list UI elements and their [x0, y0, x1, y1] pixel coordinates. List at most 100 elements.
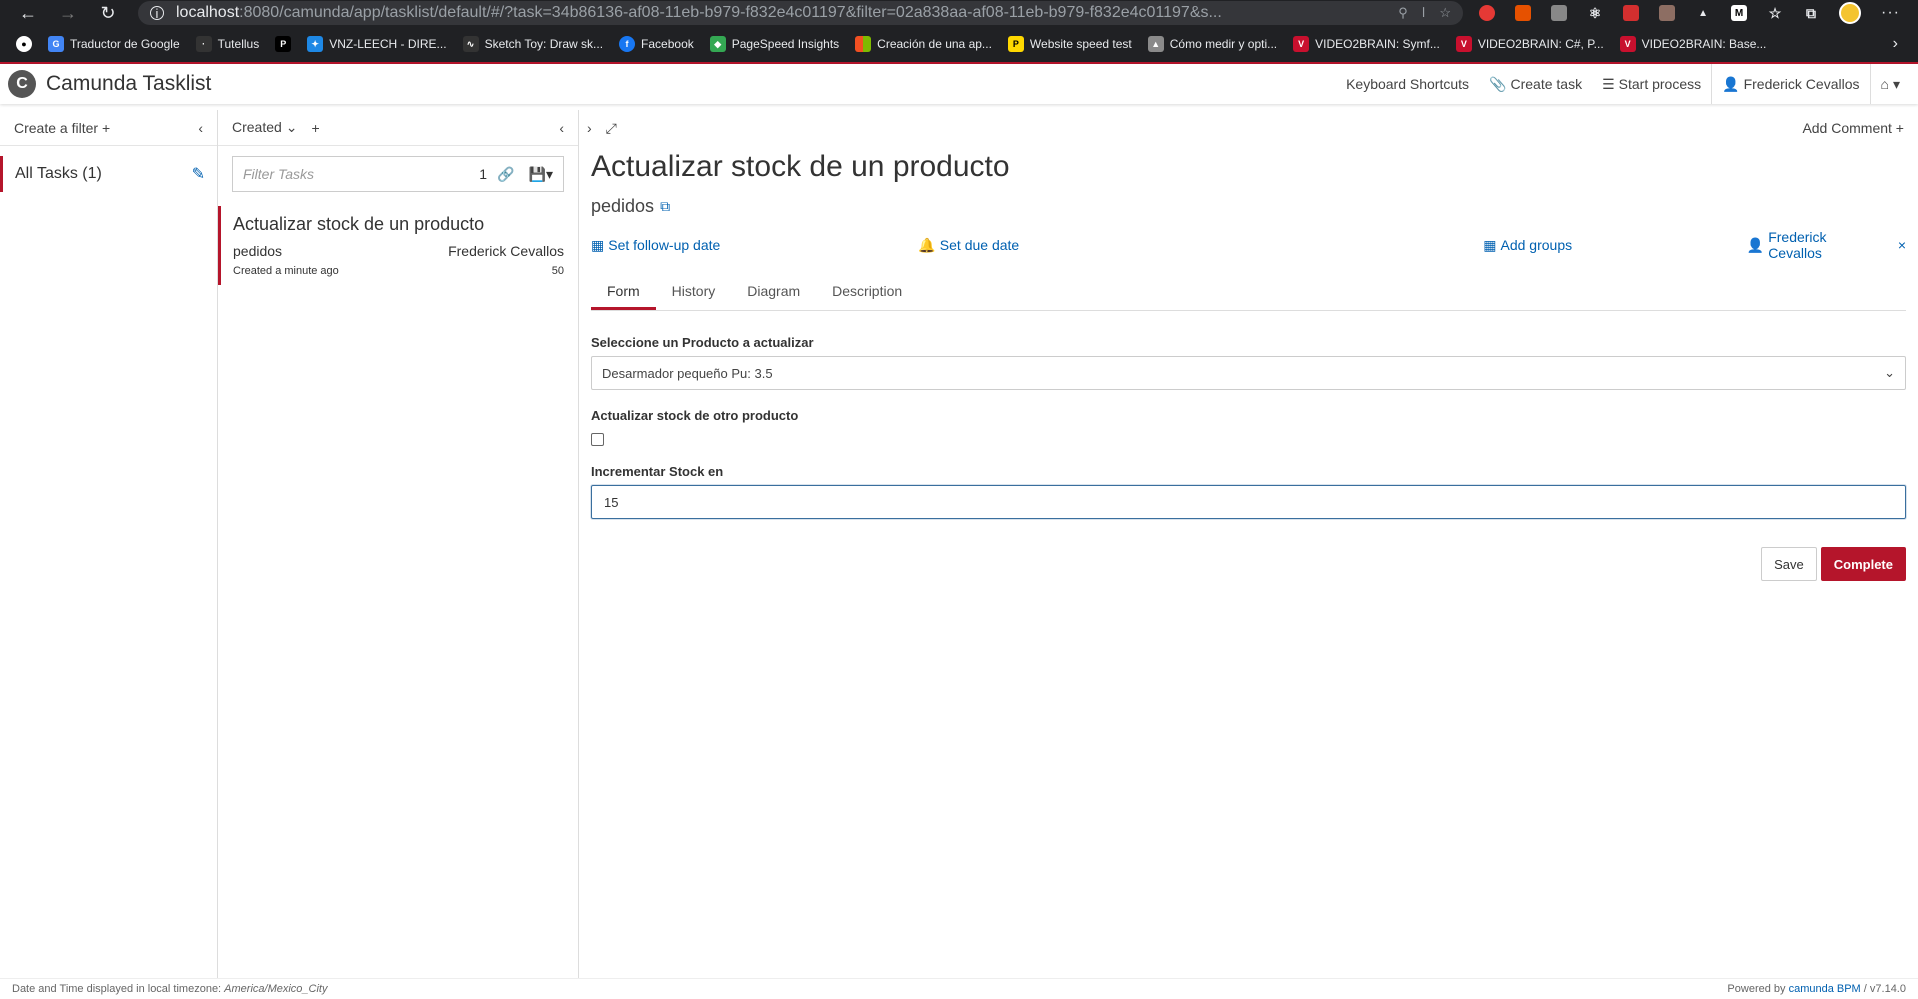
extension-icon[interactable] [1551, 5, 1568, 21]
translate-icon[interactable]: ا [1422, 5, 1426, 21]
bookmark-item[interactable]: ◆ PageSpeed Insights [702, 36, 847, 52]
tab-history[interactable]: History [656, 275, 732, 310]
site-info-icon[interactable]: i [150, 6, 164, 21]
task-list-item[interactable]: Actualizar stock de un producto pedidos … [218, 206, 578, 285]
create-task-link[interactable]: 📎 Create task [1479, 64, 1592, 104]
task-item-assignee: Frederick Cevallos [448, 243, 564, 259]
extension-icon[interactable] [1659, 5, 1676, 21]
expand-right-icon[interactable]: › [587, 120, 592, 136]
reload-icon[interactable]: ↻ [88, 0, 128, 26]
bookmark-item[interactable]: P [267, 36, 299, 52]
url-path: :8080/camunda/app/tasklist/default/#/?ta… [239, 4, 1222, 21]
bookmark-item[interactable]: V VIDEO2BRAIN: C#, P... [1448, 36, 1612, 52]
collapse-left-icon[interactable]: ‹ [198, 120, 203, 136]
forward-icon[interactable]: → [48, 0, 88, 26]
close-icon[interactable]: × [1898, 237, 1906, 253]
task-title: Actualizar stock de un producto [591, 150, 1010, 183]
profile-avatar[interactable] [1839, 2, 1862, 24]
keyboard-shortcuts-link[interactable]: Keyboard Shortcuts [1336, 64, 1479, 104]
bookmark-item[interactable]: V VIDEO2BRAIN: Base... [1612, 36, 1775, 52]
browser-menu-icon[interactable]: ··· [1871, 4, 1910, 22]
set-follow-up-date-button[interactable]: ▦ Set follow-up date [591, 237, 918, 254]
camunda-link[interactable]: camunda BPM [1789, 983, 1861, 995]
video2brain-icon: V [1455, 36, 1472, 52]
app-title: Camunda Tasklist [46, 72, 212, 95]
microsoft-icon [855, 36, 872, 52]
complete-button[interactable]: Complete [1820, 547, 1906, 581]
task-toolbar: › ⤢ Add Comment + [579, 110, 1918, 146]
bookmark-item[interactable]: ✦ VNZ-LEECH - DIRE... [299, 36, 454, 52]
bell-icon: 🔔 [918, 236, 936, 253]
react-icon[interactable]: ⚛ [1587, 5, 1603, 21]
filters-header: Create a filter + ‹ [0, 110, 217, 146]
back-icon[interactable]: ← [8, 0, 48, 26]
extension-icon[interactable]: ▲ [1695, 5, 1711, 21]
product-select[interactable]: Desarmador pequeño Pu: 3.5 ⌄ [591, 356, 1906, 390]
increment-stock-label: Incrementar Stock en [591, 464, 724, 479]
measure-icon: ▲ [1147, 36, 1164, 52]
chevron-down-icon: ⌄ [1884, 365, 1895, 380]
tab-form[interactable]: Form [591, 275, 656, 310]
pencil-icon[interactable]: ✎ [192, 164, 205, 184]
chevron-down-icon: ⌄ [281, 119, 298, 135]
other-product-checkbox[interactable] [591, 433, 604, 446]
external-link-icon: ⧉ [660, 198, 671, 214]
filter-tasks-input[interactable]: Filter Tasks 1 🔗 💾▾ [232, 156, 564, 192]
address-bar[interactable]: i localhost:8080/camunda/app/tasklist/de… [138, 1, 1464, 25]
key-icon[interactable]: ⚲ [1398, 5, 1408, 21]
task-form: Seleccione un Producto a actualizar Desa… [591, 335, 1906, 581]
save-button[interactable]: Save [1761, 547, 1817, 581]
bookmark-item[interactable]: f Facebook [611, 36, 702, 52]
process-link[interactable]: pedidos ⧉ [591, 196, 1906, 217]
bookmark-item[interactable]: G Traductor de Google [40, 36, 188, 52]
extension-icon[interactable] [1623, 5, 1640, 21]
bookmark-item[interactable]: ▲ Cómo medir y opti... [1140, 36, 1285, 52]
list-icon: ☰ [1602, 75, 1615, 92]
github-icon[interactable]: ● [8, 36, 40, 52]
medium-icon[interactable]: M [1731, 5, 1748, 21]
collections-icon[interactable]: ⧉ [1803, 5, 1819, 21]
add-groups-button[interactable]: ▦ Add groups [1483, 237, 1746, 254]
add-sort-button[interactable]: + [311, 120, 319, 136]
extension-icon[interactable] [1479, 5, 1496, 21]
video2brain-icon: V [1619, 36, 1636, 52]
collapse-left-icon[interactable]: ‹ [559, 120, 564, 136]
assignee-button[interactable]: 👤 Frederick Cevallos × [1747, 229, 1906, 261]
grid-icon: ▦ [1483, 236, 1497, 253]
tab-diagram[interactable]: Diagram [731, 275, 816, 310]
sort-created-button[interactable]: Created ⌄ [232, 119, 297, 136]
facebook-icon: f [619, 36, 636, 52]
bookmark-item[interactable]: Creación de una ap... [847, 36, 1000, 52]
paperclip-icon: 📎 [1489, 75, 1507, 92]
task-list-header: Created ⌄ + ‹ [218, 110, 578, 146]
extension-icon[interactable] [1515, 5, 1532, 21]
create-filter-button[interactable]: Create a filter + [14, 120, 110, 136]
user-icon: 👤 [1722, 75, 1740, 92]
speedtest-icon: P [1007, 36, 1024, 52]
user-menu[interactable]: 👤 Frederick Cevallos [1711, 64, 1869, 104]
bookmark-item[interactable]: V VIDEO2BRAIN: Symf... [1285, 36, 1448, 52]
other-product-label: Actualizar stock de otro producto [591, 408, 799, 423]
filter-item-all-tasks[interactable]: All Tasks (1) ✎ [0, 156, 217, 192]
star-icon[interactable]: ☆ [1439, 5, 1451, 21]
start-process-link[interactable]: ☰ Start process [1592, 64, 1711, 104]
task-item-name: Actualizar stock de un producto [233, 214, 485, 234]
set-due-date-button[interactable]: 🔔 Set due date [918, 237, 1483, 254]
increment-stock-input[interactable]: 15 [591, 485, 1906, 519]
bookmark-item[interactable]: P Website speed test [1000, 36, 1140, 52]
pagespeed-icon: ◆ [709, 36, 726, 52]
sketch-icon: ∿ [462, 36, 479, 52]
bookmark-item[interactable]: · Tutellus [188, 36, 268, 52]
favorites-icon[interactable]: ☆ [1767, 5, 1783, 21]
chevron-right-icon[interactable]: › [1881, 35, 1910, 53]
task-detail-column: › ⤢ Add Comment + Actualizar stock de un… [579, 110, 1918, 978]
bookmark-item[interactable]: ∿ Sketch Toy: Draw sk... [455, 36, 611, 52]
powered-by: Powered by camunda BPM / v7.14.0 [1727, 983, 1906, 995]
save-search-icon[interactable]: 💾▾ [529, 166, 553, 183]
link-icon[interactable]: 🔗 [497, 166, 514, 183]
maximize-icon[interactable]: ⤢ [606, 120, 617, 137]
home-menu[interactable]: ⌂ ▾ [1869, 64, 1911, 104]
add-comment-button[interactable]: Add Comment + [1802, 120, 1910, 136]
p-icon: P [275, 36, 292, 52]
tab-description[interactable]: Description [816, 275, 918, 310]
